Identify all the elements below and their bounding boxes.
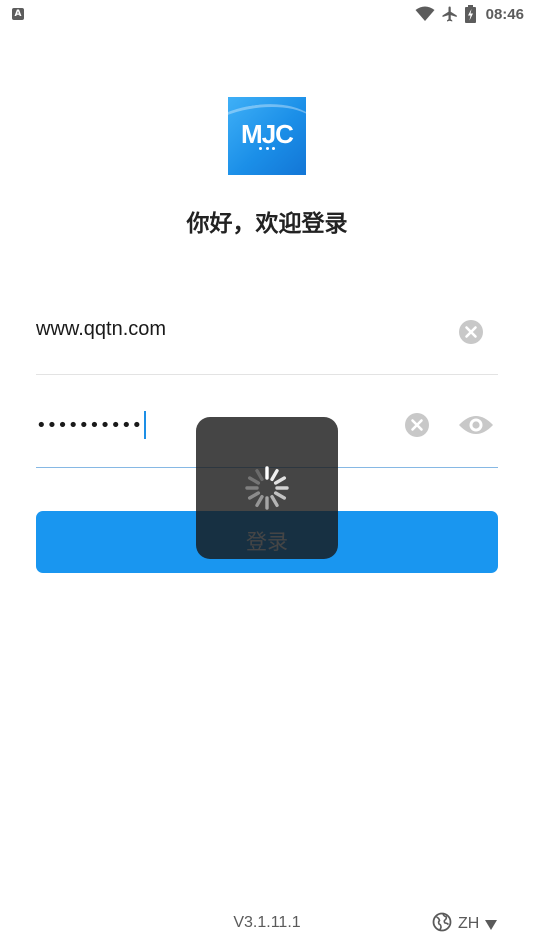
- eye-icon[interactable]: [458, 413, 494, 437]
- welcome-title: 你好，欢迎登录: [186, 211, 348, 237]
- account-input[interactable]: www.qqtn.com: [36, 318, 166, 341]
- loading-overlay: [196, 417, 338, 559]
- account-field[interactable]: www.qqtn.com: [36, 302, 498, 375]
- status-bar: A 08:46: [0, 0, 534, 28]
- logo-dots: [259, 147, 275, 150]
- wifi-icon: [415, 6, 435, 22]
- clear-icon[interactable]: [458, 319, 484, 345]
- globe-icon: [432, 912, 452, 936]
- battery-charging-icon: [464, 5, 476, 23]
- airplane-icon: [441, 5, 459, 23]
- status-time: 08:46: [485, 5, 524, 23]
- language-selector[interactable]: ZH: [432, 912, 498, 936]
- app-logo: MJC: [228, 97, 306, 175]
- text-cursor: [144, 411, 147, 439]
- spinner-icon: [243, 464, 291, 512]
- password-input[interactable]: ••••••••••: [36, 411, 147, 439]
- language-label: ZH: [458, 915, 480, 932]
- triangle-down-icon: [485, 915, 498, 934]
- password-masked-value: ••••••••••: [36, 414, 143, 436]
- notification-icon: A: [12, 8, 24, 20]
- clear-icon[interactable]: [404, 412, 430, 438]
- status-icons: 08:46: [415, 4, 524, 24]
- logo-text: MJC: [241, 119, 294, 149]
